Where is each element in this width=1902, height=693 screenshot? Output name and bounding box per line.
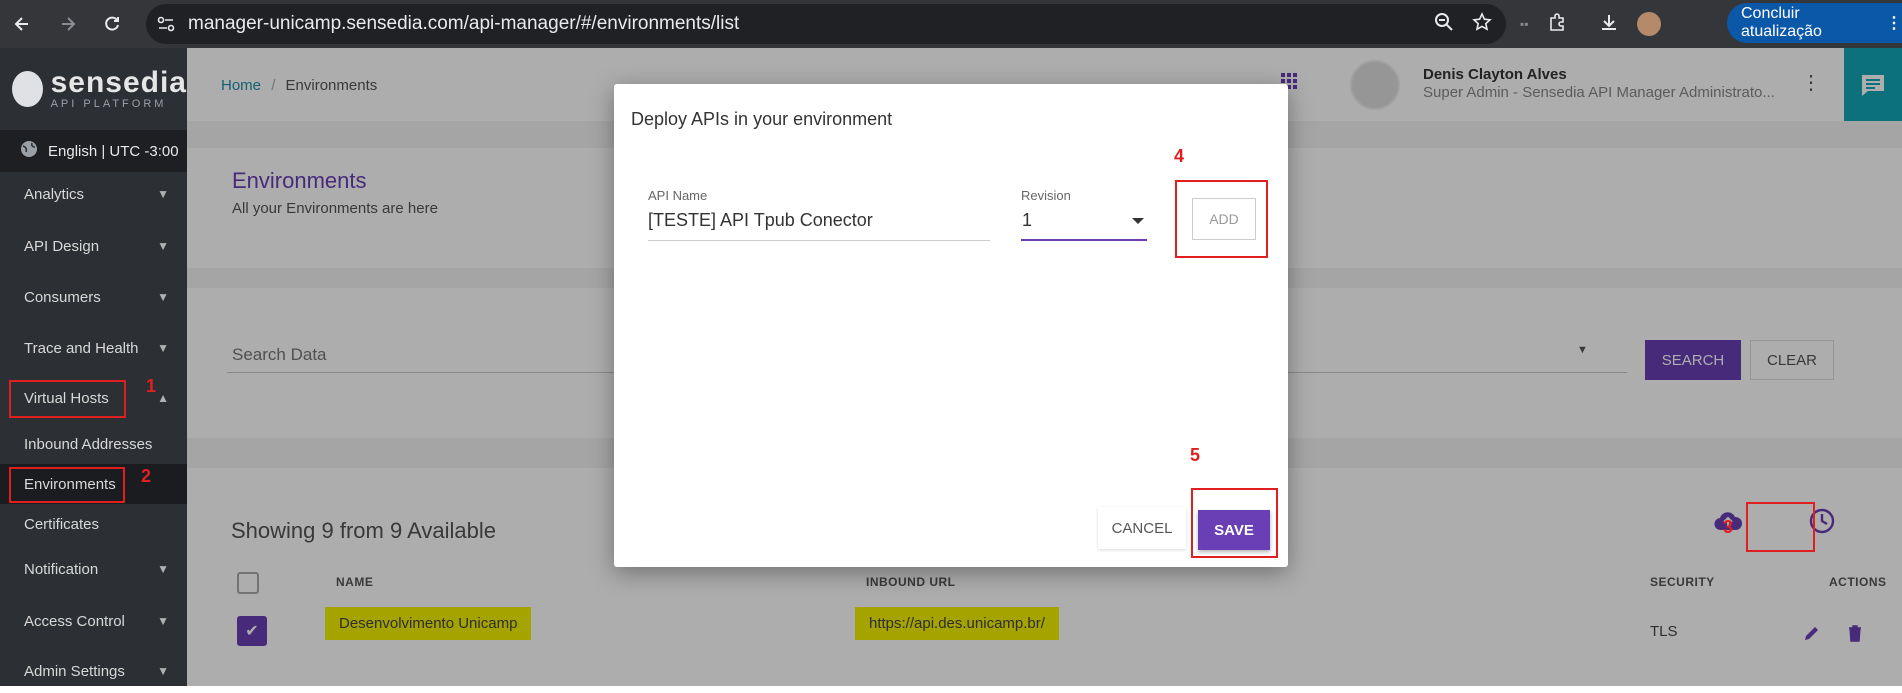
- chevron-up-icon: ▲: [157, 391, 169, 405]
- logo-subtext: API PLATFORM: [50, 98, 167, 110]
- chevron-down-icon: ▼: [157, 290, 169, 304]
- annotation-box-virtual-hosts: [9, 380, 126, 418]
- address-bar[interactable]: manager-unicamp.sensedia.com/api-manager…: [146, 4, 1506, 44]
- annotation-box-save: [1191, 488, 1278, 558]
- language-selector[interactable]: English | UTC -3:00: [0, 130, 187, 172]
- annotation-number-4: 4: [1174, 146, 1185, 166]
- api-name-label: API Name: [648, 188, 708, 203]
- dropdown-caret-icon[interactable]: [1132, 218, 1144, 224]
- sidebar-item-label: Trace and Health: [24, 339, 139, 357]
- sensedia-logo[interactable]: sensedia API PLATFORM: [0, 48, 187, 130]
- bookmark-star-icon[interactable]: [1472, 11, 1492, 37]
- update-chrome-button[interactable]: Concluir atualização ⋮: [1727, 3, 1902, 43]
- sidebar-item-access-control[interactable]: Access Control ▼: [0, 599, 187, 643]
- profile-avatar[interactable]: [1636, 12, 1661, 36]
- download-icon[interactable]: [1599, 12, 1619, 37]
- sidebar-item-certificates[interactable]: Certificates: [0, 504, 187, 544]
- chevron-down-icon: ▼: [157, 341, 169, 355]
- revision-underline: [1021, 239, 1147, 241]
- sidebar-item-label: API Design: [24, 237, 100, 255]
- language-label: English | UTC -3:00: [48, 142, 179, 160]
- logo-text: sensedia: [50, 66, 187, 99]
- sidebar-item-label: Access Control: [24, 612, 125, 630]
- more-vert-icon[interactable]: ⋮: [1886, 13, 1902, 33]
- logo-mark-icon: [12, 71, 43, 107]
- chevron-down-icon: ▼: [157, 664, 169, 678]
- annotation-number-3: 3: [1723, 517, 1734, 537]
- browser-toolbar: manager-unicamp.sensedia.com/api-manager…: [0, 0, 1902, 48]
- annotation-box-add: [1175, 180, 1268, 258]
- sidebar-item-label: Notification: [24, 560, 99, 578]
- annotation-number-2: 2: [141, 466, 152, 486]
- annotation-box-environments: [9, 467, 125, 503]
- sidebar-item-trace-health[interactable]: Trace and Health ▼: [0, 326, 187, 370]
- sidebar-item-admin-settings[interactable]: Admin Settings ▼: [0, 649, 187, 693]
- annotation-number-1: 1: [146, 376, 157, 396]
- revision-select[interactable]: 1: [1022, 210, 1032, 231]
- sidebar-item-label: Admin Settings: [24, 662, 125, 680]
- deploy-apis-dialog: Deploy APIs in your environment API Name…: [614, 84, 1288, 567]
- chevron-down-icon: ▼: [157, 239, 169, 253]
- sidebar-item-api-design[interactable]: API Design ▼: [0, 224, 187, 268]
- annotation-box-upload: [1746, 502, 1815, 552]
- sidebar-item-label: Inbound Addresses: [24, 435, 153, 453]
- sidebar-item-label: Analytics: [24, 185, 85, 203]
- api-name-field[interactable]: [TESTE] API Tpub Conector: [648, 210, 873, 231]
- sidebar-item-label: Consumers: [24, 288, 101, 306]
- update-label: Concluir atualização: [1741, 5, 1822, 40]
- chevron-down-icon: ▼: [157, 614, 169, 628]
- sidebar-item-analytics[interactable]: Analytics ▼: [0, 172, 187, 216]
- sidebar-item-notification[interactable]: Notification ▼: [0, 547, 187, 591]
- api-name-underline: [648, 240, 990, 241]
- reload-icon[interactable]: [92, 4, 132, 44]
- zoom-icon[interactable]: [1434, 12, 1454, 37]
- sidebar-item-label: Certificates: [24, 515, 100, 533]
- back-icon[interactable]: [2, 4, 42, 44]
- cancel-button[interactable]: CANCEL: [1098, 507, 1186, 549]
- sidebar-item-inbound-addresses[interactable]: Inbound Addresses: [0, 424, 187, 464]
- annotation-number-5: 5: [1190, 445, 1201, 465]
- chevron-down-icon: ▼: [157, 562, 169, 576]
- chevron-down-icon: ▼: [157, 187, 169, 201]
- forward-icon[interactable]: [48, 4, 88, 44]
- globe-icon: [20, 140, 38, 162]
- site-info-icon[interactable]: [146, 4, 186, 44]
- sidebar: sensedia API PLATFORM English | UTC -3:0…: [0, 48, 187, 686]
- dialog-title: Deploy APIs in your environment: [631, 109, 893, 129]
- revision-label: Revision: [1021, 188, 1071, 203]
- extension-icon[interactable]: ▪▪: [1520, 17, 1529, 31]
- sidebar-item-consumers[interactable]: Consumers ▼: [0, 275, 187, 319]
- url-text[interactable]: manager-unicamp.sensedia.com/api-manager…: [188, 13, 739, 35]
- extensions-puzzle-icon[interactable]: [1547, 12, 1567, 37]
